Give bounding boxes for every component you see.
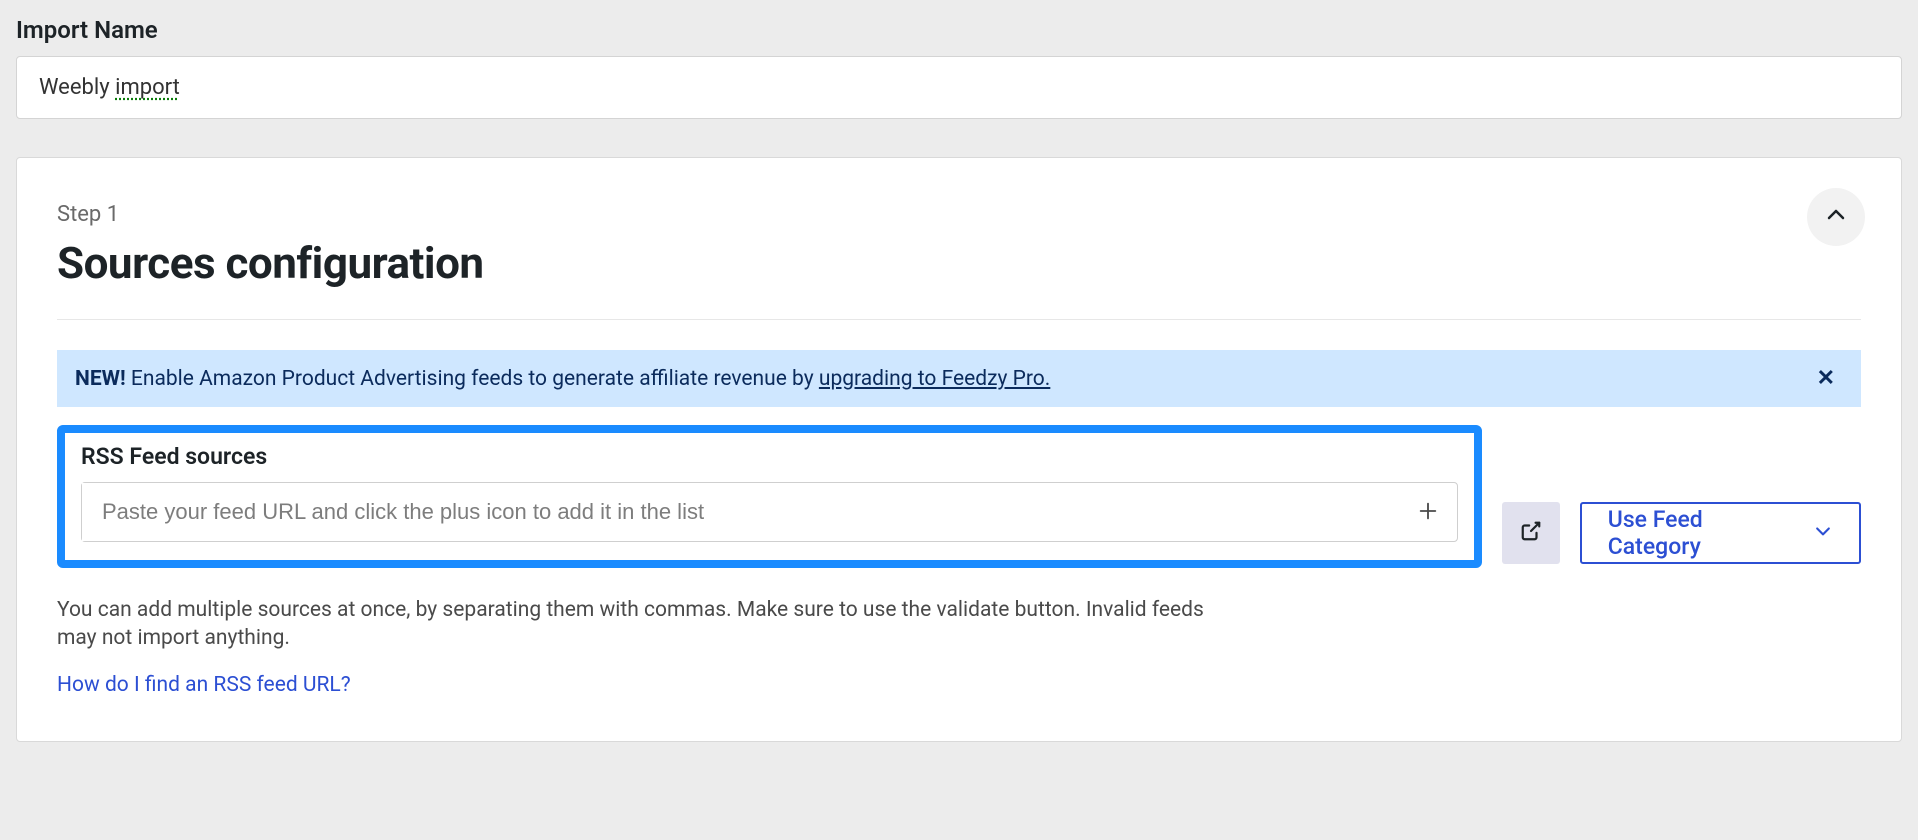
import-name-value-prefix: Weebly — [39, 75, 115, 100]
divider — [57, 319, 1861, 320]
notice-banner: NEW! Enable Amazon Product Advertising f… — [57, 350, 1861, 407]
collapse-toggle[interactable] — [1807, 188, 1865, 246]
import-name-label: Import Name — [16, 16, 1902, 44]
add-feed-button[interactable] — [1399, 483, 1457, 541]
rss-help-link[interactable]: How do I find an RSS feed URL? — [57, 673, 351, 697]
chevron-up-icon — [1824, 203, 1848, 231]
step-title: Sources configuration — [57, 237, 1861, 289]
help-text: You can add multiple sources at once, by… — [57, 596, 1217, 653]
step-panel: Step 1 Sources configuration NEW! Enable… — [16, 157, 1902, 742]
chevron-down-icon — [1813, 520, 1833, 547]
use-feed-category-label: Use Feed Category — [1608, 506, 1801, 560]
notice-text: NEW! Enable Amazon Product Advertising f… — [75, 367, 1050, 391]
use-feed-category-button[interactable]: Use Feed Category — [1580, 502, 1861, 564]
rss-sources-label: RSS Feed sources — [81, 443, 1458, 470]
plus-icon — [1417, 495, 1439, 530]
rss-sources-highlight: RSS Feed sources — [57, 425, 1482, 568]
feed-url-input[interactable] — [82, 483, 1399, 541]
close-icon[interactable]: ✕ — [1809, 362, 1843, 395]
notice-prefix: NEW! — [75, 367, 131, 391]
external-link-icon — [1520, 520, 1542, 546]
notice-body: Enable Amazon Product Advertising feeds … — [131, 367, 819, 391]
import-name-input[interactable]: Weebly import — [16, 56, 1902, 119]
validate-feed-button[interactable] — [1502, 502, 1560, 564]
upgrade-link[interactable]: upgrading to Feedzy Pro. — [819, 367, 1050, 391]
sources-row: RSS Feed sources Use Feed Category — [57, 425, 1861, 582]
feed-input-row — [81, 482, 1458, 542]
import-name-value-suffix: import — [115, 75, 180, 100]
step-tag: Step 1 — [57, 202, 1861, 227]
